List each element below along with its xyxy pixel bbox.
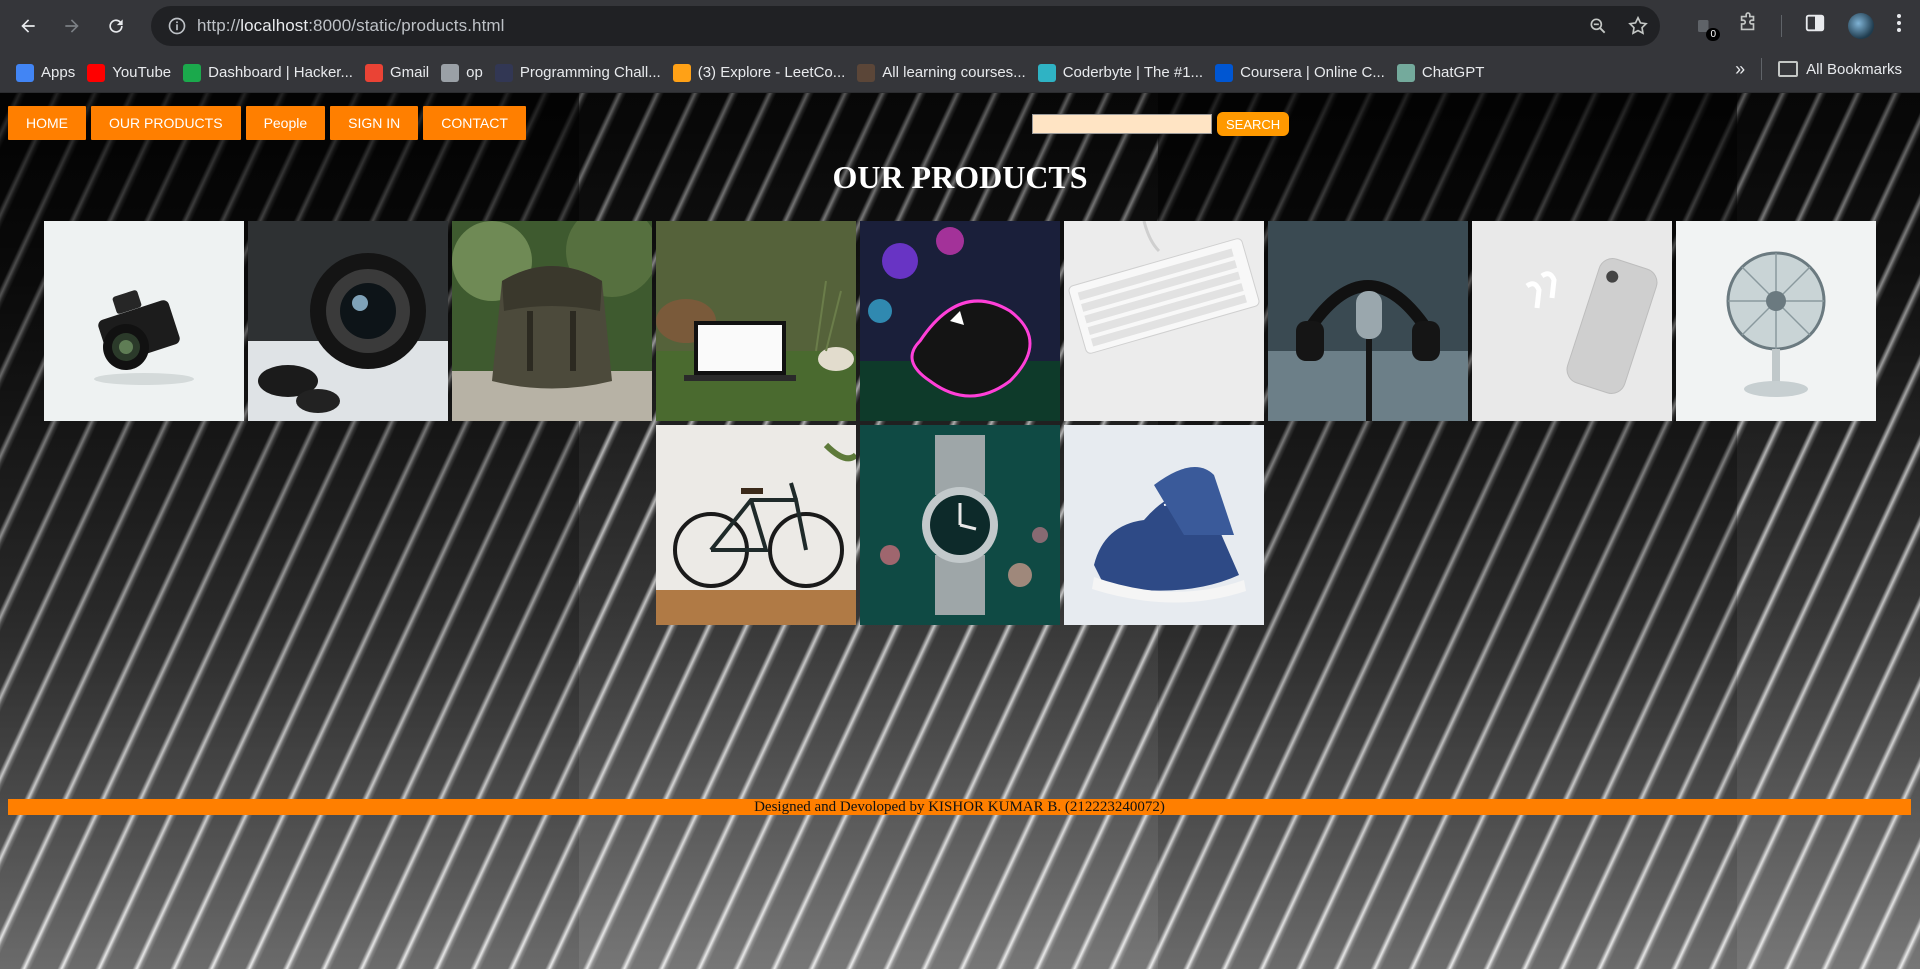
toolbar-divider <box>1781 14 1782 37</box>
back-arrow-icon[interactable] <box>14 12 42 40</box>
bookmark-item[interactable]: Dashboard | Hacker... <box>183 59 365 87</box>
product-tile[interactable] <box>1676 221 1876 421</box>
leetcode-icon <box>672 63 691 82</box>
all-bookmarks-label: All Bookmarks <box>1806 60 1902 78</box>
reload-icon[interactable] <box>102 12 130 40</box>
bookmark-item[interactable]: YouTube <box>87 59 183 87</box>
extensions-puzzle-icon[interactable] <box>1737 12 1759 39</box>
headphones-microphone-image <box>1268 221 1468 421</box>
youtube-icon <box>87 63 106 82</box>
coursera-icon <box>1215 63 1234 82</box>
site-info-icon[interactable] <box>157 16 197 36</box>
product-tile[interactable] <box>1064 221 1264 421</box>
hackerrank-icon <box>183 63 202 82</box>
gmail-icon <box>364 63 383 82</box>
profile-avatar[interactable] <box>1848 12 1874 39</box>
bookmark-item[interactable]: Coderbyte | The #1... <box>1037 59 1215 87</box>
zoom-icon[interactable] <box>1586 14 1610 38</box>
product-tile[interactable] <box>1472 221 1672 421</box>
camera-lens-image <box>248 221 448 421</box>
bookmark-item[interactable]: Programming Chall... <box>494 59 673 87</box>
bookmark-item[interactable]: Apps <box>16 59 87 87</box>
bookmark-label: Gmail <box>389 64 430 81</box>
bookmark-item[interactable]: Coursera | Online C... <box>1215 59 1397 87</box>
chatgpt-icon <box>1396 63 1415 82</box>
url-host: localhost <box>240 16 309 35</box>
camera-image <box>44 221 244 421</box>
product-tile[interactable] <box>656 221 856 421</box>
bookmark-label: op <box>466 64 483 81</box>
bookmarks-bar: Apps YouTube Dashboard | Hacker... Gmail op P… <box>0 53 1920 93</box>
desk-fan-image <box>1676 221 1876 421</box>
gaming-mouse-image <box>860 221 1060 421</box>
kebab-menu-icon[interactable] <box>1896 12 1902 39</box>
bookmark-label: Dashboard | Hacker... <box>208 64 353 81</box>
folder-icon <box>1778 61 1799 77</box>
apps-grid-icon <box>16 63 34 82</box>
bookmark-label: (3) Explore - LeetCo... <box>697 64 846 81</box>
url-scheme: http:// <box>197 16 241 35</box>
globe-icon <box>441 63 460 82</box>
sneakers-image <box>1064 425 1264 625</box>
bookmark-item[interactable]: op <box>441 59 495 87</box>
search-button[interactable]: SEARCH <box>1217 112 1290 136</box>
bookmark-item[interactable]: ChatGPT <box>1396 59 1497 87</box>
footer: Designed and Devoloped by KISHOR KUMAR B… <box>8 799 1911 815</box>
bookmark-label: YouTube <box>112 64 172 81</box>
page-viewport: HOME OUR PRODUCTS People SIGN IN CONTACT… <box>0 93 1920 969</box>
site-nav: HOME OUR PRODUCTS People SIGN IN CONTACT <box>8 106 526 140</box>
bookmark-label: Programming Chall... <box>519 64 661 81</box>
codechef-icon <box>857 63 876 82</box>
product-tile[interactable] <box>860 221 1060 421</box>
coderbyte-icon <box>1037 63 1056 82</box>
nav-our-products[interactable]: OUR PRODUCTS <box>91 106 241 140</box>
product-tile[interactable] <box>656 425 856 625</box>
extension-counter-icon[interactable]: 0 <box>1693 15 1720 41</box>
bookmark-label: Apps <box>41 64 76 81</box>
product-tile[interactable] <box>452 221 652 421</box>
bicycle-image <box>656 425 856 625</box>
extension-badge: 0 <box>1706 27 1720 41</box>
nav-people[interactable]: People <box>245 106 326 140</box>
product-tile[interactable] <box>44 221 244 421</box>
laptop-image <box>656 221 856 421</box>
wristwatch-image <box>860 425 1060 625</box>
bookmark-item[interactable]: Gmail <box>364 59 441 87</box>
browser-toolbar: http://localhost:8000/static/products.ht… <box>0 0 1920 53</box>
product-tile[interactable] <box>860 425 1060 625</box>
forward-arrow-icon[interactable] <box>58 12 86 40</box>
search-form: SEARCH <box>1032 112 1290 136</box>
bookmark-item[interactable]: (3) Explore - LeetCo... <box>672 59 858 87</box>
bookmark-label: Coderbyte | The #1... <box>1062 64 1204 81</box>
bookmark-star-icon[interactable] <box>1626 14 1650 38</box>
search-input[interactable] <box>1032 114 1212 134</box>
nav-contact[interactable]: CONTACT <box>423 106 526 140</box>
bookmark-label: ChatGPT <box>1421 64 1485 81</box>
page-title: OUR PRODUCTS <box>832 159 1088 195</box>
product-tile[interactable] <box>1268 221 1468 421</box>
hackerearth-icon <box>494 63 513 82</box>
url-path: :8000/static/products.html <box>308 16 505 35</box>
iphone-airpods-image <box>1472 221 1672 421</box>
nav-sign-in[interactable]: SIGN IN <box>330 106 419 140</box>
side-panel-icon[interactable] <box>1804 12 1826 39</box>
backpack-image <box>452 221 652 421</box>
bookmark-label: Coursera | Online C... <box>1240 64 1385 81</box>
url-text[interactable]: http://localhost:8000/static/products.ht… <box>197 16 505 36</box>
product-tile[interactable] <box>1064 425 1264 625</box>
bookmark-item[interactable]: All learning courses... <box>857 59 1037 87</box>
bookmark-label: All learning courses... <box>882 64 1026 81</box>
keyboard-image <box>1064 221 1264 421</box>
nav-home[interactable]: HOME <box>8 106 86 140</box>
address-bar[interactable]: http://localhost:8000/static/products.ht… <box>151 6 1660 46</box>
all-bookmarks-button[interactable]: All Bookmarks <box>1778 61 1902 78</box>
more-bookmarks-chevron-icon[interactable]: » <box>1735 59 1745 80</box>
product-tile[interactable] <box>248 221 448 421</box>
bookmarks-divider <box>1761 58 1763 80</box>
